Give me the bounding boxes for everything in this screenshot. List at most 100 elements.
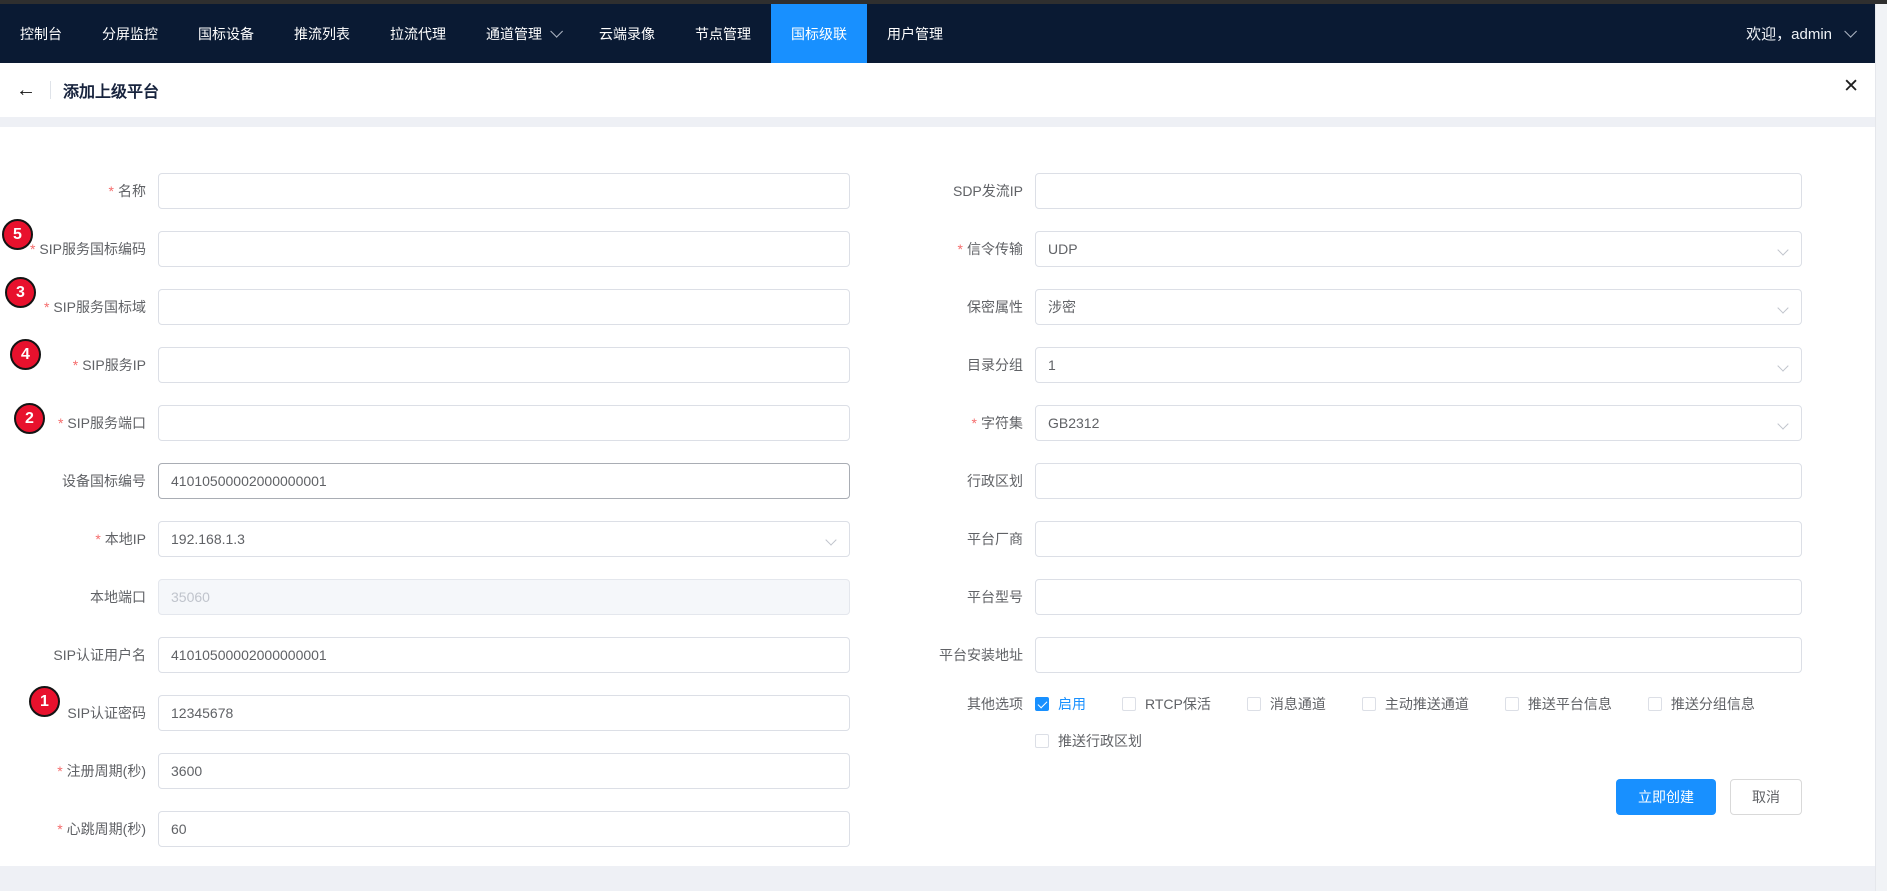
form-row-register-period: 注册周期(秒) — [0, 742, 850, 800]
field-label: 注册周期(秒) — [0, 761, 158, 781]
checkbox-label: 推送平台信息 — [1528, 694, 1612, 714]
checkbox-enable[interactable]: 启用 — [1035, 694, 1086, 714]
nav-tab-label: 国标级联 — [791, 24, 847, 44]
field-label: 平台厂商 — [780, 529, 1035, 549]
sdp-ip-input[interactable] — [1035, 173, 1802, 209]
nav-tab-channel-mgmt[interactable]: 通道管理 — [466, 4, 579, 63]
select-value: 1 — [1048, 357, 1056, 373]
form-row-sip-auth-user: SIP认证用户名 — [0, 626, 850, 684]
nav-tab-pull-proxy[interactable]: 拉流代理 — [370, 4, 466, 63]
field-label: 设备国标编号 — [0, 471, 158, 491]
field-label: 目录分组 — [780, 355, 1035, 375]
nav-tab-label: 用户管理 — [887, 24, 943, 44]
sip-gb-domain-input[interactable] — [158, 289, 850, 325]
form-row-local-port: 本地端口 — [0, 568, 850, 626]
nav-tab-gb-cascade-active[interactable]: 国标级联 — [771, 4, 867, 63]
nav-tab-cloud-record[interactable]: 云端录像 — [579, 4, 675, 63]
form-row-sip-auth-password: SIP认证密码 — [0, 684, 850, 742]
directory-group-select[interactable]: 1 — [1035, 347, 1802, 383]
chevron-down-icon — [1777, 302, 1788, 313]
sip-auth-username-input[interactable] — [158, 637, 850, 673]
checkbox-label: 推送行政区划 — [1058, 731, 1142, 751]
platform-model-input[interactable] — [1035, 579, 1802, 615]
heartbeat-period-input[interactable] — [158, 811, 850, 847]
form-row-local-ip: 本地IP 192.168.1.3 — [0, 510, 850, 568]
nav-tab-label: 节点管理 — [695, 24, 751, 44]
user-greeting: 欢迎，admin — [1746, 23, 1832, 44]
checkbox-push-platform-info[interactable]: 推送平台信息 — [1505, 694, 1612, 714]
nav-tab-user-mgmt[interactable]: 用户管理 — [867, 4, 963, 63]
nav-tab-label: 国标设备 — [198, 24, 254, 44]
checkbox-checked-icon — [1035, 697, 1049, 711]
name-input[interactable] — [158, 173, 850, 209]
device-gb-id-input[interactable] — [158, 463, 850, 499]
field-label: 信令传输 — [780, 239, 1035, 259]
page-title: 添加上级平台 — [63, 78, 159, 102]
signal-transport-select[interactable]: UDP — [1035, 231, 1802, 267]
add-platform-form-card: 名称 SIP服务国标编码 SIP服务国标域 SIP服务IP SIP服务端口 设备… — [0, 127, 1887, 866]
nav-tab-label: 云端录像 — [599, 24, 655, 44]
form-row-platform-address: 平台安装地址 — [780, 626, 1802, 684]
create-button[interactable]: 立即创建 — [1616, 779, 1716, 815]
back-arrow-icon[interactable]: ← — [16, 80, 36, 100]
top-navigation-bar: 控制台 分屏监控 国标设备 推流列表 拉流代理 通道管理 云端录像 节点管理 国… — [0, 4, 1887, 63]
nav-tab-push-list[interactable]: 推流列表 — [274, 4, 370, 63]
checkbox-icon — [1247, 697, 1261, 711]
nav-tab-node-mgmt[interactable]: 节点管理 — [675, 4, 771, 63]
nav-tab-label: 分屏监控 — [102, 24, 158, 44]
nav-tab-label: 推流列表 — [294, 24, 350, 44]
checkbox-active-push-channel[interactable]: 主动推送通道 — [1362, 694, 1469, 714]
field-label: 行政区划 — [780, 471, 1035, 491]
window-top-border — [0, 0, 1887, 4]
select-value: 涉密 — [1048, 297, 1076, 317]
checkbox-label: 推送分组信息 — [1671, 694, 1755, 714]
form-row-sip-gb-code: SIP服务国标编码 — [0, 220, 850, 278]
local-port-input-disabled — [158, 579, 850, 615]
vertical-scrollbar[interactable] — [1875, 4, 1887, 891]
checkbox-push-group-info[interactable]: 推送分组信息 — [1648, 694, 1755, 714]
sip-gb-code-input[interactable] — [158, 231, 850, 267]
checkbox-label: 消息通道 — [1270, 694, 1326, 714]
chevron-down-icon — [1777, 360, 1788, 371]
field-label: 保密属性 — [780, 297, 1035, 317]
checkbox-label: 启用 — [1058, 694, 1086, 714]
nav-tab-gb-devices[interactable]: 国标设备 — [178, 4, 274, 63]
user-menu[interactable]: 欢迎，admin — [1746, 4, 1853, 63]
form-row-signal-transport: 信令传输 UDP — [780, 220, 1802, 278]
checkbox-rtcp-keepalive[interactable]: RTCP保活 — [1122, 694, 1211, 714]
form-actions: 立即创建 取消 — [780, 768, 1802, 826]
annotation-marker-5: 5 — [2, 219, 33, 250]
register-period-input[interactable] — [158, 753, 850, 789]
form-row-platform-model: 平台型号 — [780, 568, 1802, 626]
form-right-column: SDP发流IP 信令传输 UDP 保密属性 涉密 目录分组 — [780, 162, 1802, 826]
platform-vendor-input[interactable] — [1035, 521, 1802, 557]
close-icon[interactable]: ✕ — [1843, 77, 1859, 96]
sip-auth-password-input[interactable] — [158, 695, 850, 731]
checkbox-label: 主动推送通道 — [1385, 694, 1469, 714]
form-row-other-options: 其他选项 启用 RTCP保活 消息通道 主动推送通道 — [780, 684, 1802, 724]
nav-tab-split-monitor[interactable]: 分屏监控 — [82, 4, 178, 63]
nav-tab-console[interactable]: 控制台 — [0, 4, 82, 63]
form-row-directory-group: 目录分组 1 — [780, 336, 1802, 394]
sip-server-port-input[interactable] — [158, 405, 850, 441]
sip-server-ip-input[interactable] — [158, 347, 850, 383]
form-row-platform-vendor: 平台厂商 — [780, 510, 1802, 568]
annotation-marker-3: 3 — [5, 277, 36, 308]
field-label: SIP认证密码 — [0, 703, 158, 723]
form-row-sdp-ip: SDP发流IP — [780, 162, 1802, 220]
chevron-down-icon — [1844, 25, 1857, 38]
platform-address-input[interactable] — [1035, 637, 1802, 673]
local-ip-select[interactable]: 192.168.1.3 — [158, 521, 850, 557]
checkbox-push-admin-division[interactable]: 推送行政区划 — [1035, 731, 1142, 751]
annotation-marker-2: 2 — [14, 403, 45, 434]
form-header-bar: ← 添加上级平台 ✕ — [0, 63, 1887, 117]
checkbox-message-channel[interactable]: 消息通道 — [1247, 694, 1326, 714]
field-label: 心跳周期(秒) — [0, 819, 158, 839]
nav-tab-label: 通道管理 — [486, 24, 542, 44]
secrecy-select[interactable]: 涉密 — [1035, 289, 1802, 325]
cancel-button[interactable]: 取消 — [1730, 779, 1802, 815]
field-label: SDP发流IP — [780, 181, 1035, 201]
admin-division-input[interactable] — [1035, 463, 1802, 499]
form-row-name: 名称 — [0, 162, 850, 220]
charset-select[interactable]: GB2312 — [1035, 405, 1802, 441]
